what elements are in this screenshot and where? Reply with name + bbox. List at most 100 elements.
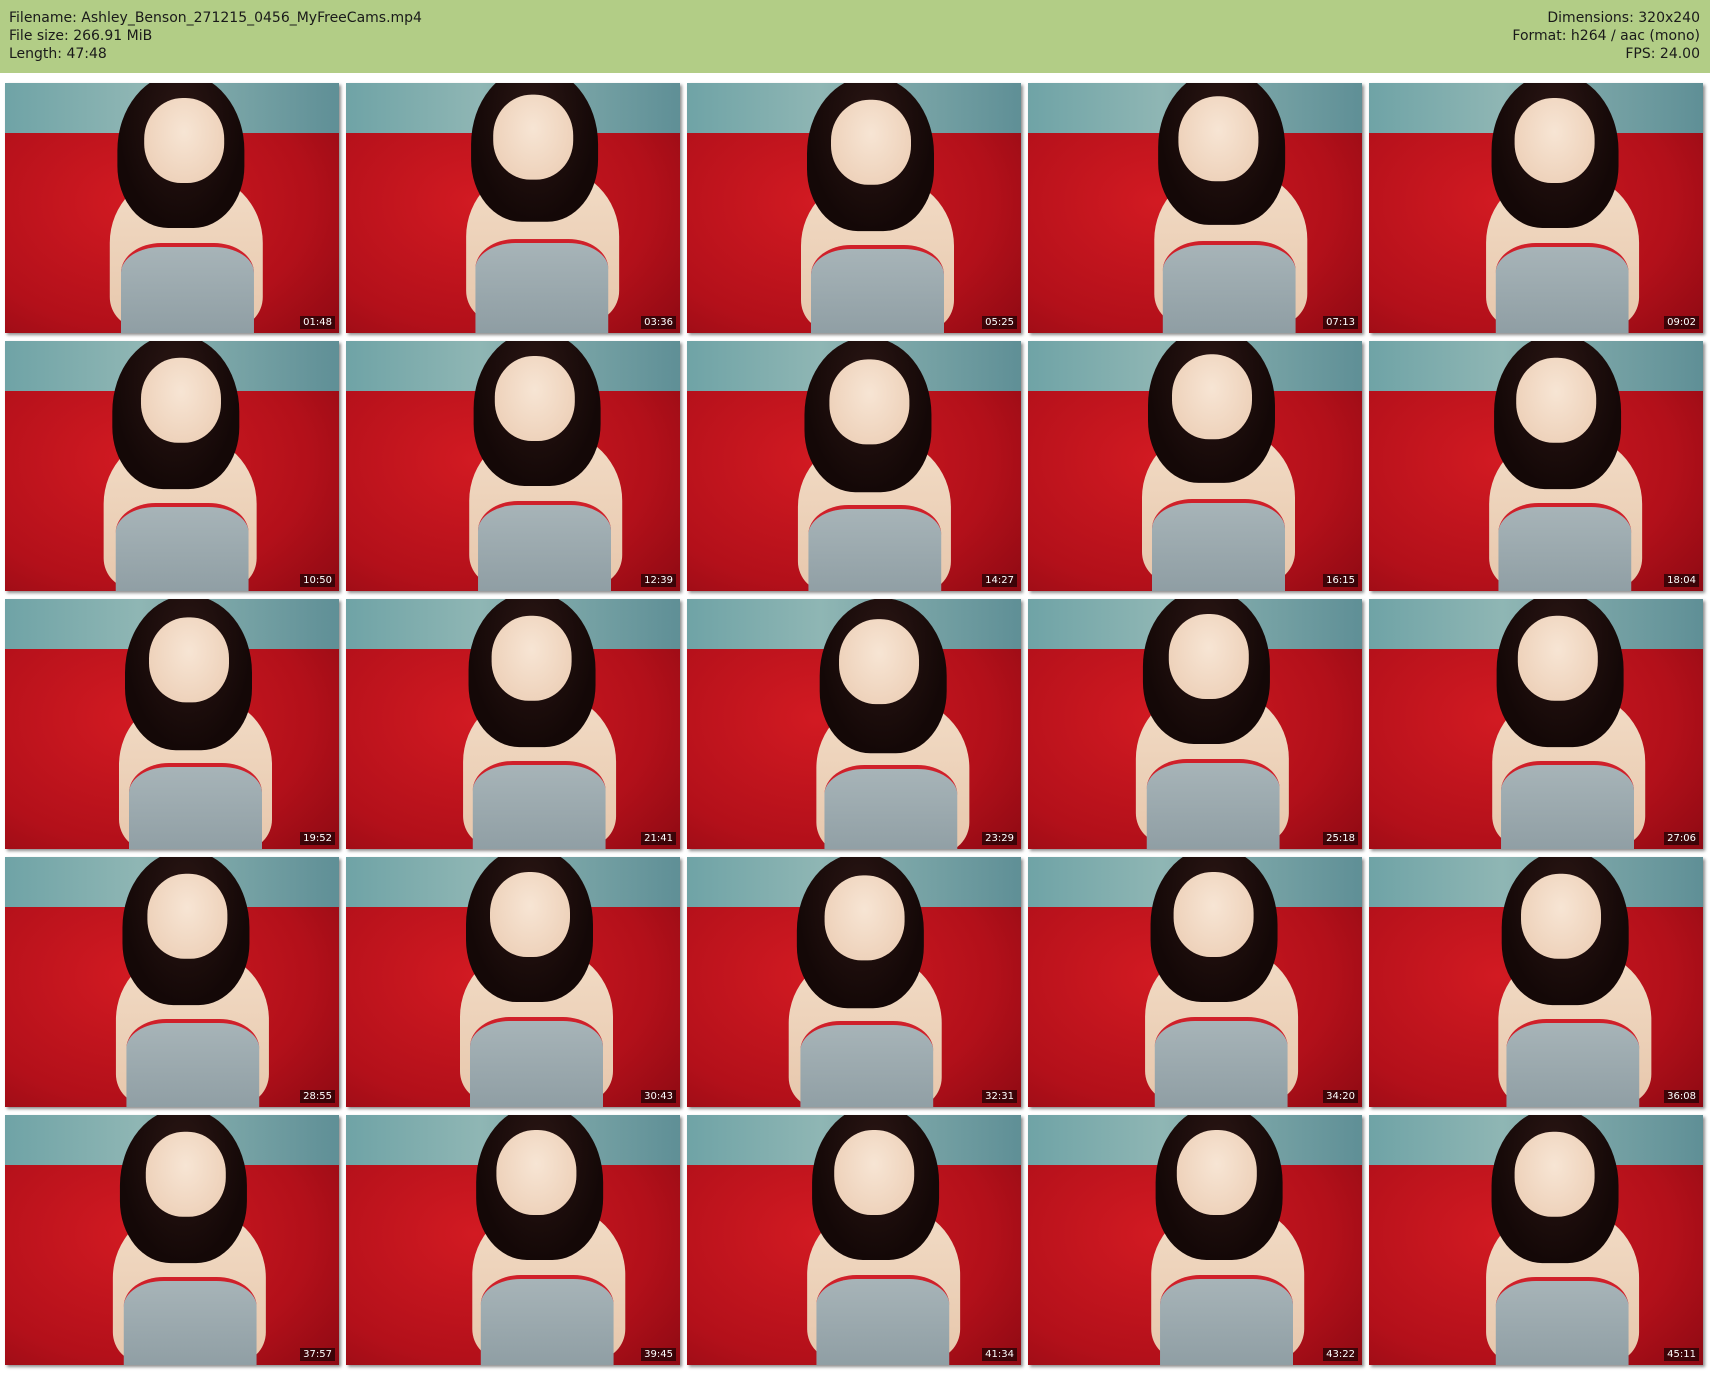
thumbnail-person-face [1517, 615, 1598, 701]
thumbnail-person-face [143, 98, 224, 183]
thumbnail-timestamp: 27:06 [1664, 832, 1699, 845]
length-text: Length: 47:48 [9, 46, 107, 62]
thumbnail-person-face [838, 619, 919, 705]
thumbnail-timestamp: 45:11 [1664, 1348, 1699, 1361]
video-thumbnail[interactable]: 10:50 [5, 341, 339, 591]
thumbnail-person-face [1520, 873, 1601, 959]
thumbnail-timestamp: 03:36 [641, 316, 676, 329]
thumbnail-timestamp: 28:55 [300, 1090, 335, 1103]
thumbnail-person-face [824, 875, 905, 961]
thumbnail-person-top [823, 764, 958, 849]
thumbnail-person-face [148, 617, 229, 703]
thumbnail-timestamp: 23:29 [982, 832, 1017, 845]
thumbnail-timestamp: 34:20 [1323, 1090, 1358, 1103]
format-text: Format: h264 / aac (mono) [1512, 28, 1700, 44]
dimensions-text: Dimensions: 320x240 [1547, 10, 1700, 26]
video-thumbnail[interactable]: 36:08 [1369, 857, 1703, 1107]
thumbnail-person-top [115, 502, 249, 591]
thumbnail-timestamp: 37:57 [300, 1348, 335, 1361]
thumbnail-timestamp: 25:18 [1323, 832, 1358, 845]
video-thumbnail[interactable]: 34:20 [1028, 857, 1362, 1107]
thumbnail-person-top [810, 244, 945, 333]
thumbnail-person-face [140, 357, 221, 443]
file-info-right: Dimensions: 320x240 Format: h264 / aac (… [1512, 9, 1700, 63]
video-thumbnail[interactable]: 45:11 [1369, 1115, 1703, 1365]
thumbnail-person-top [1159, 1275, 1294, 1365]
thumbnail-timestamp: 01:48 [300, 316, 335, 329]
video-thumbnail[interactable]: 21:41 [346, 599, 680, 849]
video-thumbnail[interactable]: 19:52 [5, 599, 339, 849]
video-thumbnail[interactable]: 18:04 [1369, 341, 1703, 591]
filename-text: Filename: Ashley_Benson_271215_0456_MyFr… [9, 10, 422, 26]
thumbnail-person-top [128, 762, 263, 849]
thumbnail-person-top [120, 243, 255, 333]
thumbnail-person-top [1154, 1017, 1288, 1107]
thumbnail-person-face [1171, 354, 1252, 440]
thumbnail-timestamp: 09:02 [1664, 316, 1699, 329]
thumbnail-person-face [833, 1130, 914, 1215]
thumbnail-timestamp: 36:08 [1664, 1090, 1699, 1103]
video-thumbnail[interactable]: 03:36 [346, 83, 680, 333]
thumbnail-person-top [807, 504, 942, 591]
video-thumbnail[interactable]: 32:31 [687, 857, 1021, 1107]
video-thumbnail[interactable]: 30:43 [346, 857, 680, 1107]
thumbnail-person-face [1168, 614, 1249, 699]
thumbnail-person-top [1162, 241, 1296, 333]
thumbnail-person-top [123, 1276, 257, 1365]
thumbnail-person-face [1515, 357, 1596, 443]
thumbnail-person-face [1178, 96, 1259, 182]
thumbnail-timestamp: 21:41 [641, 832, 676, 845]
thumbnail-person-top [1151, 499, 1286, 591]
thumbnail-person-top [1500, 760, 1635, 849]
video-thumbnail[interactable]: 07:13 [1028, 83, 1362, 333]
video-thumbnail[interactable]: 43:22 [1028, 1115, 1362, 1365]
thumbnail-timestamp: 07:13 [1323, 316, 1358, 329]
thumbnail-timestamp: 05:25 [982, 316, 1017, 329]
thumbnail-person-face [496, 1130, 577, 1215]
thumbnail-person-top [125, 1018, 260, 1107]
video-thumbnail[interactable]: 05:25 [687, 83, 1021, 333]
thumbnail-person-face [491, 615, 572, 701]
thumbnail-person-face [830, 99, 911, 185]
file-info-header: Filename: Ashley_Benson_271215_0456_MyFr… [0, 0, 1710, 73]
thumbnail-person-face [494, 356, 575, 441]
thumbnail-timestamp: 32:31 [982, 1090, 1017, 1103]
video-thumbnail[interactable]: 27:06 [1369, 599, 1703, 849]
video-thumbnail[interactable]: 37:57 [5, 1115, 339, 1365]
video-thumbnail[interactable]: 28:55 [5, 857, 339, 1107]
video-thumbnail[interactable]: 14:27 [687, 341, 1021, 591]
file-size-text: File size: 266.91 MiB [9, 28, 153, 44]
thumbnail-person-top [474, 239, 609, 333]
thumbnail-person-face [1176, 1130, 1257, 1215]
thumbnail-person-top [815, 1275, 950, 1365]
file-info-left: Filename: Ashley_Benson_271215_0456_MyFr… [9, 9, 422, 63]
thumbnail-person-top [1497, 502, 1632, 591]
thumbnail-timestamp: 41:34 [982, 1348, 1017, 1361]
video-thumbnail[interactable]: 23:29 [687, 599, 1021, 849]
video-thumbnail[interactable]: 09:02 [1369, 83, 1703, 333]
video-thumbnail[interactable]: 39:45 [346, 1115, 680, 1365]
thumbnail-timestamp: 39:45 [641, 1348, 676, 1361]
thumbnail-person-face [1514, 98, 1595, 183]
fps-text: FPS: 24.00 [1625, 46, 1700, 62]
thumbnail-person-top [480, 1275, 614, 1365]
thumbnail-timestamp: 14:27 [982, 574, 1017, 587]
thumbnail-person-face [147, 873, 228, 959]
thumbnail-person-top [1146, 759, 1280, 849]
thumbnail-person-top [469, 1017, 604, 1107]
thumbnail-timestamp: 10:50 [300, 574, 335, 587]
video-thumbnail[interactable]: 25:18 [1028, 599, 1362, 849]
thumbnail-person-face [1173, 872, 1254, 957]
thumbnail-timestamp: 30:43 [641, 1090, 676, 1103]
video-thumbnail[interactable]: 01:48 [5, 83, 339, 333]
video-thumbnail[interactable]: 16:15 [1028, 341, 1362, 591]
thumbnail-person-face [492, 94, 573, 180]
thumbnail-timestamp: 19:52 [300, 832, 335, 845]
thumbnail-person-top [1495, 243, 1629, 333]
thumbnail-person-top [1495, 1276, 1629, 1365]
thumbnail-person-top [1505, 1018, 1640, 1107]
video-thumbnail[interactable]: 12:39 [346, 341, 680, 591]
thumbnail-person-top [472, 760, 606, 849]
video-thumbnail[interactable]: 41:34 [687, 1115, 1021, 1365]
thumbnail-timestamp: 12:39 [641, 574, 676, 587]
